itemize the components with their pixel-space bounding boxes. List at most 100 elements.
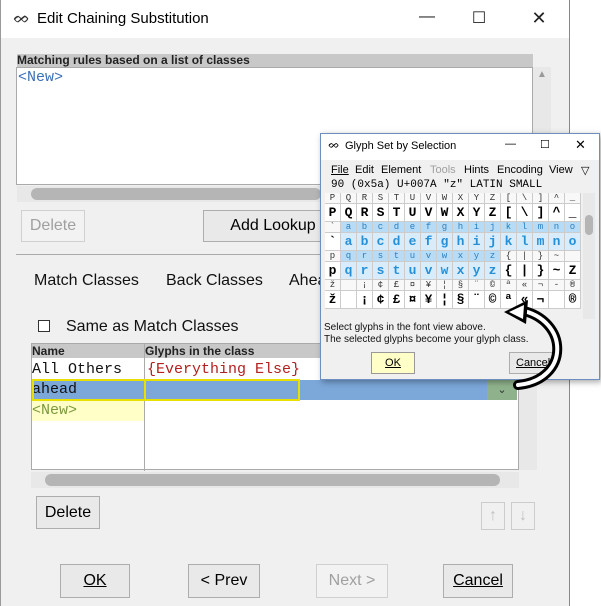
glyph-cell[interactable]: l <box>517 233 533 251</box>
glyph-cell[interactable]: d <box>389 233 405 251</box>
scroll-up-icon[interactable]: ▲ <box>535 69 549 81</box>
glyph-cell[interactable]: r <box>357 262 373 280</box>
tab-match-classes[interactable]: Match Classes <box>34 272 139 290</box>
glyph-cell[interactable]: y <box>469 262 485 280</box>
glyph-cell[interactable]: R <box>357 204 373 222</box>
glyph-cell[interactable]: ^ <box>549 204 565 222</box>
delete-class-button[interactable]: Delete <box>36 496 100 529</box>
glyph-cell[interactable]: \ <box>517 204 533 222</box>
glyph-cell[interactable]: £ <box>389 291 405 309</box>
glyph-ok-button[interactable]: OK <box>371 352 415 374</box>
glyph-cell[interactable]: f <box>421 233 437 251</box>
glyph-cell[interactable]: ¥ <box>421 291 437 309</box>
glyph-info-line: 90 (0x5a) U+007A "z" LATIN SMALL <box>331 179 543 191</box>
glyph-cell[interactable]: S <box>373 204 389 222</box>
menu-element[interactable]: Element <box>381 164 421 176</box>
glyph-cell[interactable]: e <box>405 233 421 251</box>
glyph-cell[interactable]: ¡ <box>357 291 373 309</box>
glyph-cell[interactable]: k <box>501 233 517 251</box>
glyph-cell[interactable]: W <box>437 204 453 222</box>
glyph-label: r <box>357 251 373 262</box>
prev-button[interactable]: < Prev <box>188 564 260 598</box>
glyph-cell[interactable]: Z <box>485 204 501 222</box>
glyph-label: ª <box>501 280 517 291</box>
glyph-cell[interactable]: ~ <box>549 262 565 280</box>
move-down-button[interactable]: ↓ <box>511 502 535 530</box>
glyph-cell[interactable]: Q <box>341 204 357 222</box>
glyph-cell[interactable]: ž <box>325 291 341 309</box>
same-as-checkbox[interactable] <box>38 320 50 332</box>
glyph-cell[interactable]: w <box>437 262 453 280</box>
classes-hscroll[interactable] <box>31 472 519 488</box>
glyph-cell[interactable]: T <box>389 204 405 222</box>
close-button[interactable]: ✕ <box>575 137 586 153</box>
glyph-cell[interactable]: u <box>405 262 421 280</box>
top-delete-button[interactable]: Delete <box>21 210 85 242</box>
glyph-cell[interactable]: g <box>437 233 453 251</box>
maximize-button[interactable]: ☐ <box>467 8 491 30</box>
glyph-cell[interactable]: v <box>421 262 437 280</box>
glyph-cell[interactable]: h <box>453 233 469 251</box>
glyph-cell[interactable]: ] <box>533 204 549 222</box>
cancel-button[interactable]: Cancel <box>443 564 513 598</box>
glyph-label: j <box>485 222 501 233</box>
glyph-cell[interactable]: X <box>453 204 469 222</box>
glyph-cell[interactable]: o <box>565 233 581 251</box>
glyph-cell[interactable]: j <box>485 233 501 251</box>
hscroll-thumb[interactable] <box>31 188 321 200</box>
menu-tools[interactable]: Tools <box>430 164 456 176</box>
menu-encoding[interactable]: Encoding <box>497 164 543 176</box>
hscroll-thumb[interactable] <box>45 474 500 486</box>
glyph-grid-vscroll[interactable] <box>583 193 595 319</box>
glyph-cell[interactable]: m <box>533 233 549 251</box>
minimize-button[interactable]: — <box>415 8 439 30</box>
ok-button[interactable]: OK <box>60 564 130 598</box>
glyph-cell[interactable]: t <box>389 262 405 280</box>
glyph-cell[interactable] <box>341 291 357 309</box>
glyph-cell[interactable]: Z <box>565 262 581 280</box>
glyph-cell[interactable]: p <box>325 262 341 280</box>
maximize-button[interactable]: ☐ <box>540 138 550 151</box>
row-name-new[interactable]: <New> <box>32 402 144 419</box>
row-name-all-others[interactable]: All Others <box>32 361 144 378</box>
chevron-down-icon[interactable]: ▽ <box>581 164 589 177</box>
glyph-cell[interactable]: x <box>453 262 469 280</box>
glyph-cell[interactable]: a <box>341 233 357 251</box>
glyph-cell[interactable]: q <box>341 262 357 280</box>
next-button[interactable]: Next > <box>316 564 388 598</box>
glyph-cell[interactable]: n <box>549 233 565 251</box>
menu-view[interactable]: View <box>549 164 573 176</box>
rules-list-item-new[interactable]: <New> <box>18 69 63 86</box>
vscroll-thumb[interactable] <box>585 215 593 235</box>
glyph-cell[interactable]: c <box>373 233 389 251</box>
glyph-label: ¤ <box>405 280 421 291</box>
glyph-cell[interactable]: | <box>517 262 533 280</box>
glyph-label: © <box>485 280 501 291</box>
close-button[interactable]: ✕ <box>527 8 551 30</box>
menu-hints[interactable]: Hints <box>464 164 489 176</box>
glyph-cell[interactable]: Y <box>469 204 485 222</box>
fontforge-icon: ᨖ <box>328 139 340 151</box>
glyph-cell[interactable]: b <box>357 233 373 251</box>
menu-edit[interactable]: Edit <box>355 164 374 176</box>
glyph-cell[interactable]: z <box>485 262 501 280</box>
glyph-cell[interactable]: ¤ <box>405 291 421 309</box>
move-up-button[interactable]: ↑ <box>481 502 505 530</box>
glyph-cell[interactable]: _ <box>565 204 581 222</box>
glyph-cell[interactable]: ¢ <box>373 291 389 309</box>
glyph-cell[interactable]: V <box>421 204 437 222</box>
glyph-cell[interactable]: U <box>405 204 421 222</box>
glyph-cell[interactable]: ¦ <box>437 291 453 309</box>
glyph-cell[interactable]: ` <box>325 233 341 251</box>
glyph-cell[interactable]: [ <box>501 204 517 222</box>
glyph-cell[interactable]: i <box>469 233 485 251</box>
glyph-cell[interactable]: P <box>325 204 341 222</box>
glyph-cell[interactable]: s <box>373 262 389 280</box>
minimize-button[interactable]: — <box>505 138 516 150</box>
menu-file[interactable]: File <box>331 164 349 176</box>
glyph-cell[interactable]: } <box>533 262 549 280</box>
tab-back-classes[interactable]: Back Classes <box>166 272 263 290</box>
glyph-cell[interactable]: § <box>453 291 469 309</box>
glyph-cell[interactable]: { <box>501 262 517 280</box>
glyph-label: ¢ <box>373 280 389 291</box>
